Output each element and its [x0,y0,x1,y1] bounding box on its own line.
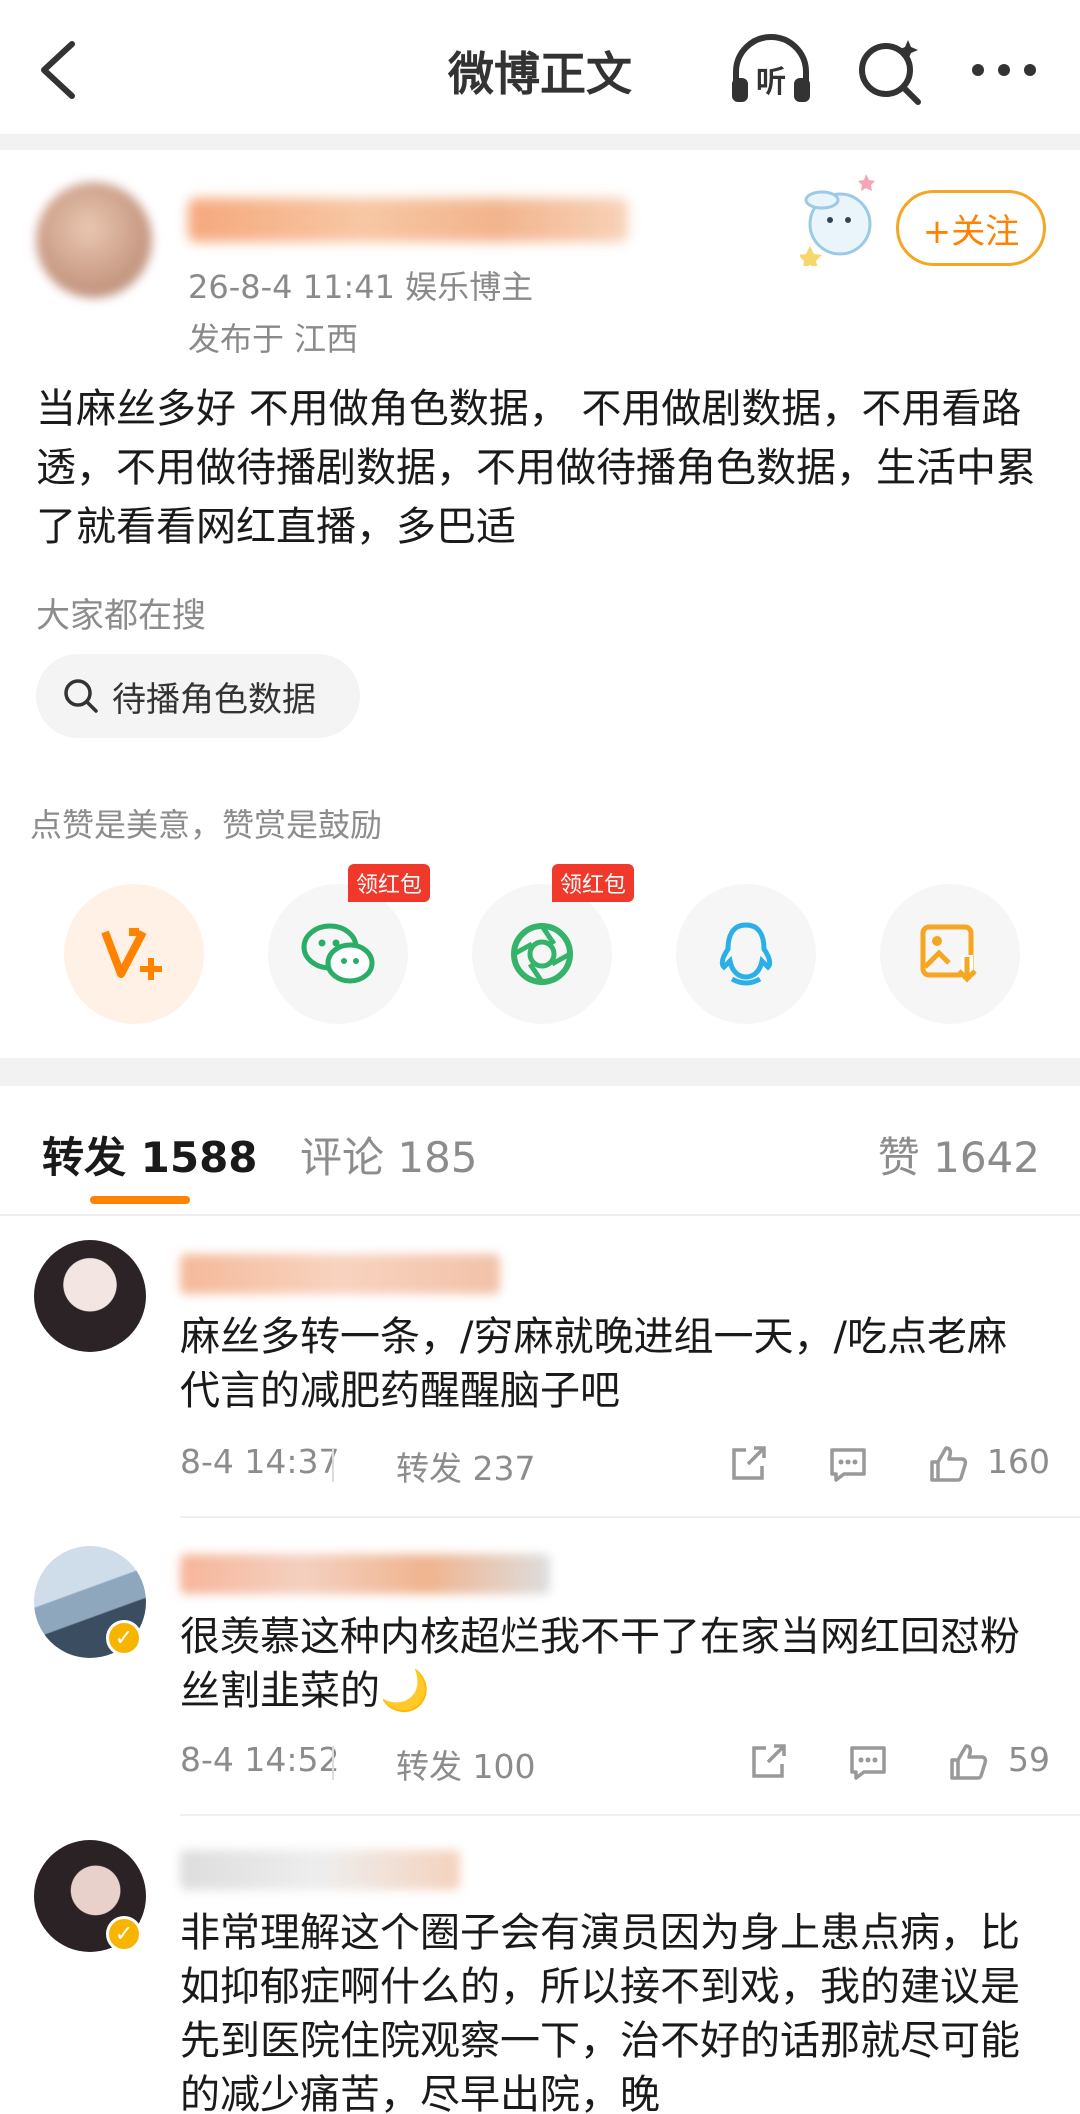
verified-badge: ✓ [106,1620,142,1656]
moments-icon [511,923,573,985]
tab-comments[interactable]: 评论 185 [300,1124,478,1185]
repost-count: 转发 237 [396,1449,536,1488]
comment-icon[interactable] [846,1740,890,1784]
section-divider [0,1058,1080,1086]
meta-separator [332,1448,334,1482]
more-dots-icon [972,64,1036,76]
tab-reposts[interactable]: 转发 1588 [42,1124,258,1185]
item-divider [180,1814,1080,1816]
search-button[interactable] [846,30,936,110]
comment-icon[interactable] [826,1442,870,1486]
search-sparkle-icon [859,40,921,105]
share-qq-button[interactable] [676,884,816,1024]
item-divider [180,1516,1080,1518]
repost-count: 转发 100 [396,1747,536,1786]
post-text: 当麻丝多好 不用做角色数据， 不用做剧数据，不用看路透，不用做待播剧数据，不用做… [36,386,1036,550]
thumbs-up-icon[interactable] [926,1442,970,1486]
like-count: 160 [987,1442,1050,1481]
like-tip-text: 点赞是美意，赞赏是鼓励 [30,806,383,844]
repost-text: 非常理解这个圈子会有演员因为身上患点病，比如抑郁症啊什么的，所以接不到戏，我的建… [180,1910,1020,2114]
author-avatar[interactable] [36,182,152,298]
active-tab-indicator [90,1196,190,1204]
repost-time: 8-4 14:37 [180,1442,340,1481]
post-meta-location: 发布于 江西 [188,320,359,358]
author-name-blurred[interactable] [188,198,628,242]
repost-username-blurred[interactable] [180,1254,500,1294]
like-count: 59 [1008,1740,1050,1779]
wechat-icon [301,923,375,984]
sticker-decoration-icon [800,174,875,266]
share-icon[interactable] [726,1442,770,1486]
trending-search-chip[interactable]: 待播角色数据 [36,654,360,738]
meta-separator [332,1746,334,1780]
listen-button[interactable]: 听 [726,30,816,110]
share-wechat-button[interactable]: 领红包 [268,864,430,1024]
repost-avatar[interactable] [34,1240,146,1352]
vip-plus-button[interactable] [64,884,204,1024]
thumbs-up-icon[interactable] [946,1740,990,1784]
repost-text: 很羡慕这种内核超烂我不干了在家当网红回怼粉丝割韭菜的🌙 [180,1614,1020,1714]
search-icon [64,679,98,713]
repost-text: 麻丝多转一条，/穷麻就晚进组一天，/吃点老麻代言的减肥药醒醒脑子吧 [180,1314,1007,1414]
repost-meta: 8-4 14:52 转发 100 59 [180,1740,1050,1788]
listen-label: 听 [756,65,786,100]
save-image-icon [920,924,977,983]
more-button[interactable] [960,30,1050,110]
qq-icon [719,922,773,986]
share-icon[interactable] [746,1740,790,1784]
follow-button[interactable]: +关注 [896,190,1046,266]
red-packet-badge: 领红包 [551,864,634,902]
verified-badge: ✓ [106,1916,142,1952]
tab-likes[interactable]: 赞 1642 [878,1124,1040,1185]
share-moments-button[interactable]: 领红包 [472,864,634,1024]
post-meta-time: 26-8-4 11:41 娱乐博主 [188,268,534,306]
red-packet-badge: 领红包 [347,864,430,902]
vip-plus-icon [101,928,162,980]
section-divider [0,134,1080,150]
top-bar: 微博正文 听 [0,0,1080,134]
tab-divider [0,1214,1080,1216]
trending-search-text: 待播角色数据 [112,679,316,720]
repost-time: 8-4 14:52 [180,1740,340,1779]
repost-username-blurred[interactable] [180,1850,460,1890]
headphones-icon: 听 [732,34,810,102]
trending-search-label: 大家都在搜 [36,596,206,636]
save-image-button[interactable] [880,884,1020,1024]
repost-username-blurred[interactable] [180,1554,550,1594]
repost-meta: 8-4 14:37 转发 237 160 [180,1442,1050,1490]
